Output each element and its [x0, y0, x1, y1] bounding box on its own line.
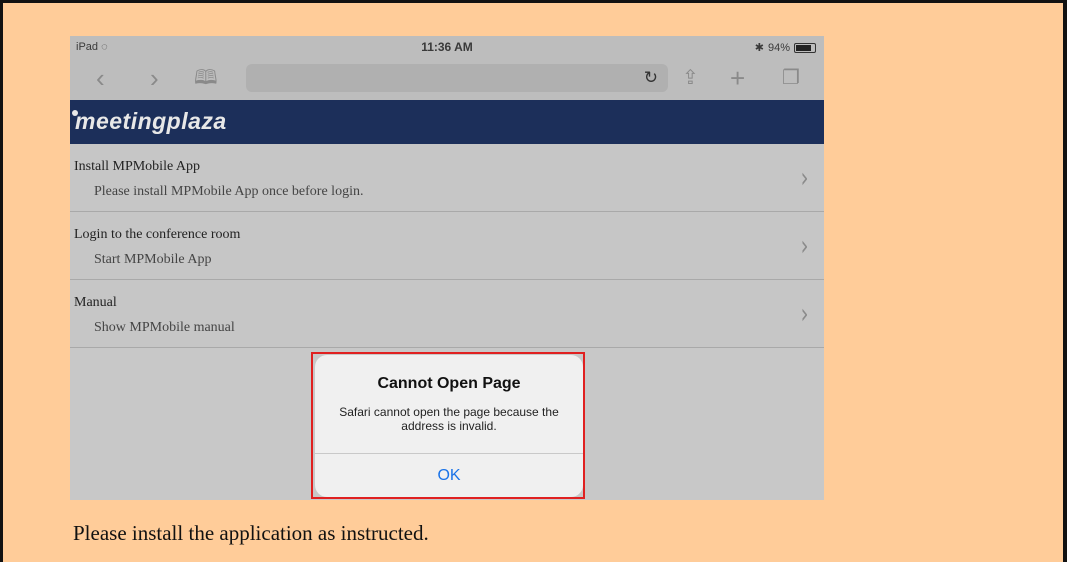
menu-item-subtitle: Please install MPMobile App once before … — [94, 184, 364, 199]
ok-button[interactable]: OK — [315, 454, 583, 497]
menu-item-title: Login to the conference room — [74, 227, 241, 242]
menu-item-subtitle: Start MPMobile App — [94, 252, 212, 267]
back-button[interactable]: ‹ — [96, 64, 105, 92]
reload-icon[interactable]: ↻ — [644, 68, 658, 88]
chevron-right-icon: › — [800, 161, 809, 194]
status-time: 11:36 AM — [421, 40, 473, 54]
instruction-caption: Please install the application as instru… — [73, 521, 429, 545]
safari-toolbar: ‹ › 🕮 ↻ ⇪ + ❐ — [70, 58, 824, 101]
forward-button[interactable]: › — [150, 64, 159, 92]
dialog-message: Safari cannot open the page because the … — [339, 405, 559, 433]
meetingplaza-logo: meetingplaza — [72, 108, 227, 135]
battery-percent: 94% — [767, 41, 790, 54]
share-icon[interactable]: ⇪ — [682, 64, 699, 92]
status-bar: iPad ◌ 11:36 AM ✱ 94% — [70, 36, 824, 58]
book-icon[interactable]: 🕮 — [194, 64, 218, 92]
site-header: meetingplaza — [70, 100, 824, 144]
dialog-title: Cannot Open Page — [377, 375, 521, 392]
menu-item-title: Install MPMobile App — [74, 159, 201, 174]
alert-dialog: Cannot Open Page Safari cannot open the … — [315, 355, 583, 497]
menu-list: Install MPMobile App Please install MPMo… — [70, 144, 824, 348]
bluetooth-icon: ✱ — [754, 42, 764, 54]
plus-icon[interactable]: + — [730, 64, 745, 92]
address-bar[interactable]: ↻ — [246, 64, 668, 92]
menu-item-install[interactable]: Install MPMobile App Please install MPMo… — [70, 144, 824, 212]
chevron-right-icon: › — [800, 297, 809, 330]
menu-item-subtitle: Show MPMobile manual — [94, 320, 235, 335]
instruction-panel: iPad ◌ 11:36 AM ✱ 94% ‹ › 🕮 ↻ ⇪ + ❐ meet… — [0, 0, 1067, 562]
battery-icon — [794, 42, 816, 53]
menu-item-login[interactable]: Login to the conference room Start MPMob… — [70, 212, 824, 280]
menu-item-title: Manual — [74, 295, 117, 310]
chevron-right-icon: › — [800, 229, 809, 262]
tabs-icon[interactable]: ❐ — [782, 64, 800, 92]
menu-item-manual[interactable]: Manual Show MPMobile manual › — [70, 280, 824, 348]
